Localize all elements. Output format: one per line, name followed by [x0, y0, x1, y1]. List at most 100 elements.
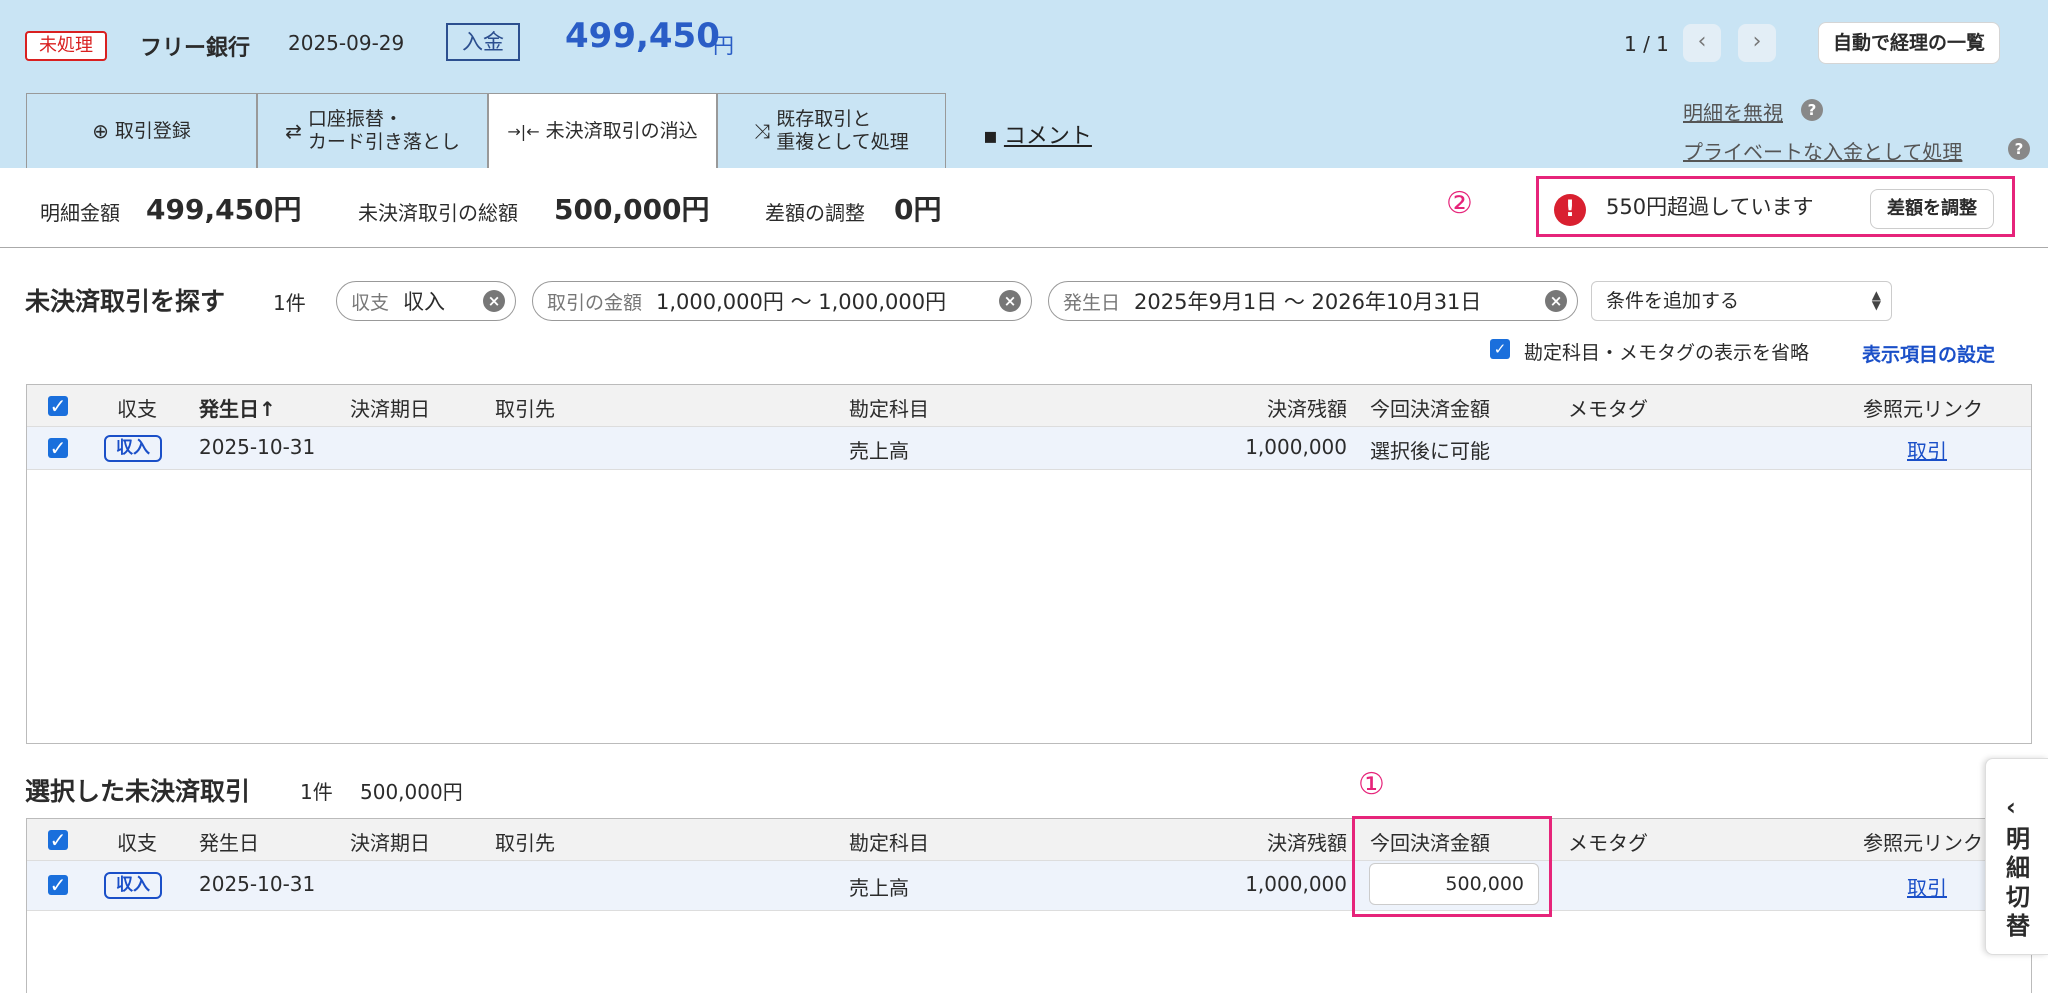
next-button[interactable]: › — [1738, 24, 1776, 62]
tab-reconcile-unsettled[interactable]: →|← 未決済取引の消込 — [488, 93, 717, 168]
statement-toggle-label: 明細切替 — [2006, 825, 2030, 940]
alert-icon: ! — [1554, 194, 1586, 226]
bank-name: フリー銀行 — [140, 36, 251, 61]
duplicate-icon: ⤨ — [754, 118, 771, 143]
ref-link[interactable]: 取引 — [1907, 435, 1947, 464]
help-icon[interactable]: ? — [2008, 138, 2030, 160]
ref-link[interactable]: 取引 — [1907, 872, 1947, 901]
adjustment-value: 0円 — [894, 193, 942, 226]
comment-label: コメント — [1003, 124, 1092, 149]
chip-value: 1,000,000円 〜 1,000,000円 — [656, 290, 947, 314]
select-arrows-icon: ▲ ▼ — [1871, 288, 1881, 312]
table-row[interactable]: ✓ 収入 2025-10-31 売上高 1,000,000 取引 — [27, 861, 2031, 911]
statement-amount-label: 明細金額 — [40, 201, 120, 225]
statement-amount: 499,450 — [565, 16, 720, 56]
private-deposit-link[interactable]: プライベートな入金として処理 — [1683, 136, 1962, 165]
page-indicator: 1 / 1 — [1624, 32, 1669, 56]
table-header: ✓ 収支 発生日 決済期日 取引先 勘定科目 決済残額 今回決済金額 メモタグ … — [27, 819, 2031, 861]
row-checkbox[interactable]: ✓ — [48, 438, 68, 458]
row-checkbox[interactable]: ✓ — [48, 875, 68, 895]
cell-balance: 1,000,000 — [1245, 872, 1347, 896]
add-condition-select[interactable]: 条件を追加する ▲ ▼ — [1591, 281, 1892, 321]
merge-icon: →|← — [507, 121, 540, 141]
help-icon[interactable]: ? — [1801, 99, 1823, 121]
table-header: ✓ 収支 発生日↑ 決済期日 取引先 勘定科目 決済残額 今回決済金額 メモタグ… — [27, 385, 2031, 427]
search-section-title: 未決済取引を探す — [25, 287, 226, 316]
col-memo: メモタグ — [1568, 831, 1648, 855]
col-ref: 参照元リンク — [1863, 397, 1983, 421]
tab-label-line1: 既存取引と — [776, 108, 872, 130]
tab-label: 口座振替・ カード引き落とし — [308, 108, 460, 154]
cell-date: 2025-10-31 — [199, 435, 316, 459]
omit-display-checkbox[interactable]: ✓ — [1490, 339, 1510, 359]
select-value: 条件を追加する — [1606, 290, 1740, 312]
filter-chip-amount[interactable]: 取引の金額 1,000,000円 〜 1,000,000円 × — [532, 281, 1032, 321]
type-pill: 収入 — [104, 435, 162, 462]
filter-chip-type[interactable]: 収支 収入 × — [336, 281, 516, 321]
statement-amount-value: 499,450円 — [146, 193, 302, 226]
unsettled-total-value: 500,000円 — [554, 193, 710, 226]
tab-label: 既存取引と 重複として処理 — [776, 108, 908, 154]
prev-button[interactable]: ‹ — [1683, 24, 1721, 62]
transfer-icon: ⇄ — [285, 118, 302, 143]
col-due: 決済期日 — [350, 397, 430, 421]
cell-date: 2025-10-31 — [199, 872, 316, 896]
col-pay: 今回決済金額 — [1370, 397, 1490, 421]
close-icon[interactable]: × — [1545, 290, 1567, 312]
col-partner: 取引先 — [495, 831, 555, 855]
selected-count: 1件 — [300, 780, 333, 804]
selected-section-title: 選択した未決済取引 — [25, 777, 251, 806]
chip-key: 取引の金額 — [547, 291, 643, 314]
col-account: 勘定科目 — [849, 831, 929, 855]
tab-account-transfer[interactable]: ⇄ 口座振替・ カード引き落とし — [257, 93, 488, 168]
col-balance: 決済残額 — [1267, 831, 1347, 855]
marker-2: ② — [1446, 186, 1473, 221]
col-type: 収支 — [117, 831, 157, 855]
cell-pay: 選択後に可能 — [1370, 439, 1490, 463]
tab-label: 未決済取引の消込 — [545, 119, 698, 142]
chip-key: 収支 — [351, 291, 390, 314]
tab-label-line2: 重複として処理 — [776, 131, 909, 153]
tab-label-line2: カード引き落とし — [307, 131, 460, 153]
chevron-left-icon: ‹ — [1697, 29, 1707, 54]
adjust-difference-button[interactable]: 差額を調整 — [1870, 189, 1994, 229]
deposit-badge: 入金 — [446, 23, 520, 61]
select-all-checkbox[interactable]: ✓ — [48, 830, 68, 850]
col-balance: 決済残額 — [1267, 397, 1347, 421]
col-type: 収支 — [117, 397, 157, 421]
col-date-label: 発生日 — [199, 397, 259, 421]
col-date[interactable]: 発生日↑ — [199, 393, 276, 422]
table-row[interactable]: ✓ 収入 2025-10-31 売上高 1,000,000 選択後に可能 取引 — [27, 427, 2031, 470]
statement-toggle-tab[interactable]: ‹ 明細切替 — [1985, 758, 2048, 955]
comment-link[interactable]: ▪ コメント — [983, 118, 1092, 150]
currency-unit: 円 — [713, 34, 734, 58]
select-all-checkbox[interactable]: ✓ — [48, 396, 68, 416]
filter-chip-date[interactable]: 発生日 2025年9月1日 〜 2026年10月31日 × — [1048, 281, 1578, 321]
col-date: 発生日 — [199, 831, 259, 855]
auto-accounting-list-button[interactable]: 自動で経理の一覧 — [1818, 22, 2001, 64]
chip-value: 収入 — [403, 290, 446, 314]
alert-message: 550円超過しています — [1606, 195, 1814, 219]
display-settings-link[interactable]: 表示項目の設定 — [1862, 340, 1995, 367]
marker-1: ① — [1358, 767, 1385, 802]
unsettled-total-label: 未決済取引の総額 — [358, 201, 518, 225]
comment-icon: ▪ — [983, 124, 998, 149]
close-icon[interactable]: × — [483, 290, 505, 312]
statement-date: 2025-09-29 — [288, 31, 405, 55]
plus-circle-icon: ⊕ — [92, 118, 109, 143]
chevron-right-icon: › — [1752, 29, 1762, 54]
tab-duplicate[interactable]: ⤨ 既存取引と 重複として処理 — [717, 93, 946, 168]
search-count: 1件 — [273, 291, 306, 315]
col-partner: 取引先 — [495, 397, 555, 421]
tab-register-transaction[interactable]: ⊕ 取引登録 — [26, 93, 257, 168]
sort-up-icon: ↑ — [259, 397, 276, 421]
status-badge: 未処理 — [25, 31, 107, 61]
cell-balance: 1,000,000 — [1245, 435, 1347, 459]
cell-account: 売上高 — [849, 876, 909, 900]
ignore-statement-link[interactable]: 明細を無視 — [1683, 97, 1783, 126]
close-icon[interactable]: × — [999, 290, 1021, 312]
adjustment-label: 差額の調整 — [765, 201, 865, 225]
col-ref: 参照元リンク — [1863, 831, 1983, 855]
col-memo: メモタグ — [1568, 397, 1648, 421]
col-account: 勘定科目 — [849, 397, 929, 421]
